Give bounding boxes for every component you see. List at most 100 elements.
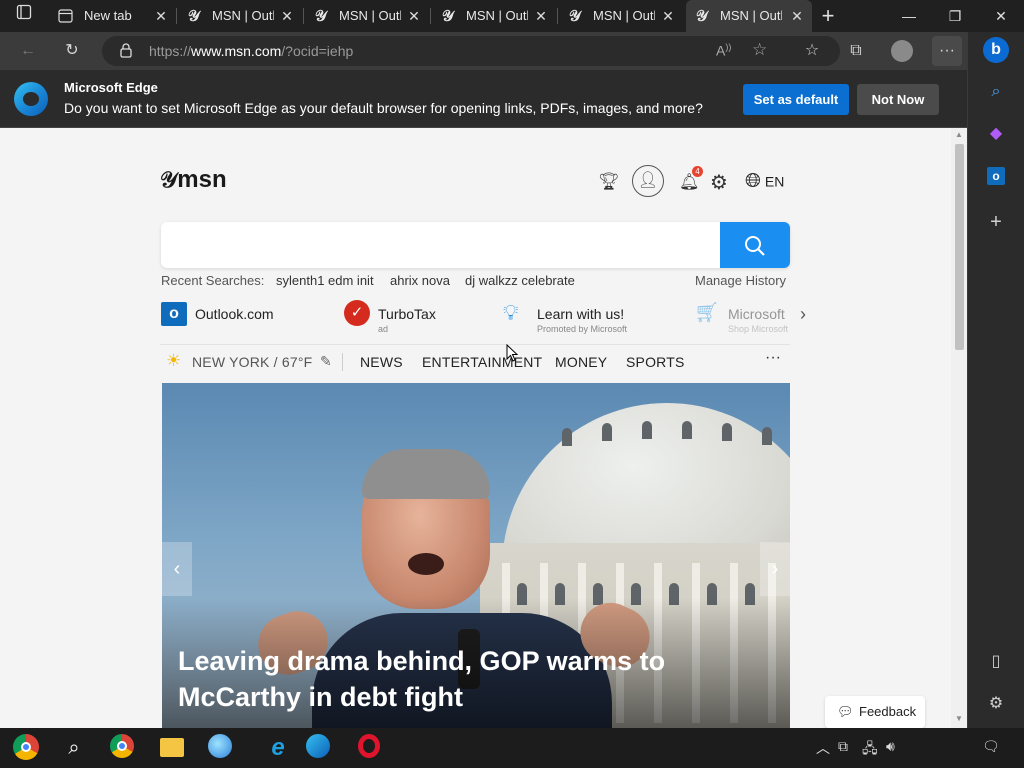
bing-chat-icon[interactable]: b [982, 36, 1010, 64]
url-text: https://www.msn.com/?ocid=iehp [149, 43, 354, 59]
read-aloud-icon[interactable]: A)) [716, 42, 731, 59]
search-icon[interactable]: ⌕ [982, 78, 1010, 106]
set-as-default-button[interactable]: Set as default [743, 84, 849, 115]
tab-msn-2[interactable]: 𝒴 MSN | Outlo ✕ [305, 0, 429, 32]
edit-pencil-icon[interactable]: ✎ [320, 353, 332, 370]
chrome-start-icon[interactable] [13, 734, 41, 762]
tab-msn-1[interactable]: 𝒴 MSN | Outlo ✕ [178, 0, 302, 32]
opera-icon[interactable] [358, 734, 386, 762]
title-bar: New tab ✕ 𝒴 MSN | Outlo ✕ 𝒴 MSN | Outlo … [0, 0, 1024, 32]
volume-icon[interactable]: 🔊︎ [886, 738, 895, 755]
turbotax-icon: ✓ [344, 300, 370, 326]
app-icon[interactable] [208, 734, 236, 762]
hero-headline[interactable]: Leaving drama behind, GOP warms to McCar… [178, 643, 698, 715]
recent-search-item[interactable]: ahrix nova [390, 273, 450, 288]
edge-sidebar: b ⌕ ◆ o + ▯ ⚙ [967, 32, 1024, 728]
new-tab-button[interactable]: + [806, 0, 850, 32]
collections-icon[interactable]: ⧉ [841, 36, 871, 66]
add-favorite-icon[interactable]: ☆ [752, 40, 767, 60]
manage-history-link[interactable]: Manage History [695, 273, 786, 288]
scroll-up-arrow[interactable]: ▲ [955, 130, 963, 139]
edge-icon[interactable] [306, 734, 334, 762]
nav-entertainment[interactable]: ENTERTAINMENT [422, 354, 542, 370]
restore-button[interactable]: ❐ [932, 0, 978, 32]
category-nav: ☀ NEW YORK / 67°F ✎ NEWS ENTERTAINMENT M… [160, 344, 790, 378]
search-button[interactable] [720, 222, 790, 268]
msn-butterfly-icon: 𝒴 [696, 8, 708, 25]
back-button[interactable]: ← [13, 36, 43, 66]
file-explorer-icon[interactable] [160, 734, 188, 762]
outlook-icon: o [161, 302, 187, 326]
default-browser-infobar: Microsoft Edge Do you want to set Micros… [0, 70, 967, 128]
close-icon[interactable]: ✕ [790, 9, 804, 23]
quick-link-learn[interactable]: 💡︎ Learn with us! Promoted by Microsoft [503, 300, 673, 336]
msn-butterfly-icon: 𝒴 [160, 167, 178, 192]
carousel-next-button[interactable]: › [760, 542, 790, 596]
browser-window: New tab ✕ 𝒴 MSN | Outlo ✕ 𝒴 MSN | Outlo … [0, 0, 1024, 768]
nav-news[interactable]: NEWS [360, 354, 403, 370]
tab-msn-4[interactable]: 𝒴 MSN | Outlo ✕ [559, 0, 683, 32]
recent-search-item[interactable]: dj walkzz celebrate [465, 273, 575, 288]
recent-search-item[interactable]: sylenth1 edm init [276, 273, 374, 288]
close-icon[interactable]: ✕ [407, 9, 421, 23]
address-bar[interactable]: https://www.msn.com/?ocid=iehp A)) ☆ [102, 36, 840, 66]
favorites-icon[interactable]: ☆ [797, 36, 827, 66]
tab-msn-3[interactable]: 𝒴 MSN | Outlo ✕ [432, 0, 556, 32]
feedback-label: Feedback [859, 704, 917, 719]
feedback-button[interactable]: 💬︎ Feedback [825, 696, 925, 728]
not-now-button[interactable]: Not Now [857, 84, 939, 115]
language-selector[interactable]: 🌐︎ EN [745, 170, 784, 193]
refresh-button[interactable]: ↻ [57, 36, 87, 66]
outlook-icon[interactable]: o [982, 162, 1010, 190]
scrollbar-thumb[interactable] [955, 144, 964, 350]
shopping-icon[interactable]: ◆ [982, 120, 1010, 148]
tab-new-tab[interactable]: New tab ✕ [48, 0, 176, 32]
tray-app-icon[interactable]: ⧉ [838, 738, 848, 755]
quick-link-sub: Shop Microsoft [728, 324, 789, 334]
internet-explorer-icon[interactable]: e [264, 734, 292, 762]
rewards-icon[interactable]: 🏆︎ [598, 172, 620, 192]
network-icon[interactable]: 🖧︎ [862, 738, 878, 762]
nav-sports[interactable]: SPORTS [626, 354, 685, 370]
page-scrollbar[interactable]: ▲ ▼ [951, 128, 967, 728]
msn-search-box[interactable] [161, 222, 790, 268]
tab-title: MSN | Outlo [339, 8, 401, 23]
more-menu-icon[interactable]: ··· [932, 36, 962, 66]
carousel-prev-button[interactable]: ‹ [162, 542, 192, 596]
search-icon[interactable]: ⌕ [60, 734, 88, 762]
quick-link-turbotax[interactable]: ✓ TurboTax ad [344, 300, 484, 336]
profile-avatar[interactable] [887, 36, 917, 66]
close-icon[interactable]: ✕ [534, 9, 548, 23]
scroll-down-arrow[interactable]: ▼ [955, 714, 963, 723]
tab-msn-active[interactable]: 𝒴 MSN | Outlo ✕ [686, 0, 812, 32]
add-app-icon[interactable]: + [982, 208, 1010, 236]
quick-link-microsoft[interactable]: 🛒︎ Microsoft Shop Microsoft [694, 300, 790, 336]
infobar-message: Do you want to set Microsoft Edge as you… [64, 100, 703, 116]
close-icon[interactable]: ✕ [661, 9, 675, 23]
close-icon[interactable]: ✕ [154, 9, 168, 23]
close-icon[interactable]: ✕ [280, 9, 294, 23]
minimize-button[interactable]: — [886, 0, 932, 32]
infobar-title: Microsoft Edge [64, 80, 158, 95]
hero-news-card[interactable]: ‹ › Leaving drama behind, GOP warms to M… [162, 383, 790, 728]
notification-badge: 4 [692, 166, 703, 177]
close-window-button[interactable]: ✕ [978, 0, 1024, 32]
tab-title: New tab [84, 8, 132, 23]
notification-center-icon[interactable]: 🗨︎ [982, 738, 1000, 755]
nav-money[interactable]: MONEY [555, 354, 607, 370]
tray-chevron-icon[interactable]: ︿ [816, 738, 830, 758]
sign-in-avatar[interactable]: 👤︎ [632, 165, 664, 197]
msn-butterfly-icon: 𝒴 [315, 8, 327, 25]
hide-sidebar-icon[interactable]: ▯ [982, 648, 1010, 676]
more-categories-icon[interactable]: ··· [765, 349, 781, 367]
weather-location[interactable]: NEW YORK / 67°F [192, 354, 312, 370]
settings-icon[interactable]: ⚙ [982, 690, 1010, 718]
quick-link-outlook[interactable]: o Outlook.com [161, 300, 321, 336]
quick-links-next-arrow[interactable]: › [800, 304, 806, 325]
lightbulb-icon: 💡︎ [503, 300, 519, 325]
msn-logo[interactable]: 𝒴msn [160, 166, 227, 194]
quick-link-name: Microsoft [728, 306, 785, 322]
tab-actions-icon[interactable] [9, 1, 39, 31]
settings-gear-icon[interactable]: ⚙ [710, 170, 728, 195]
chrome-icon[interactable] [110, 734, 138, 762]
